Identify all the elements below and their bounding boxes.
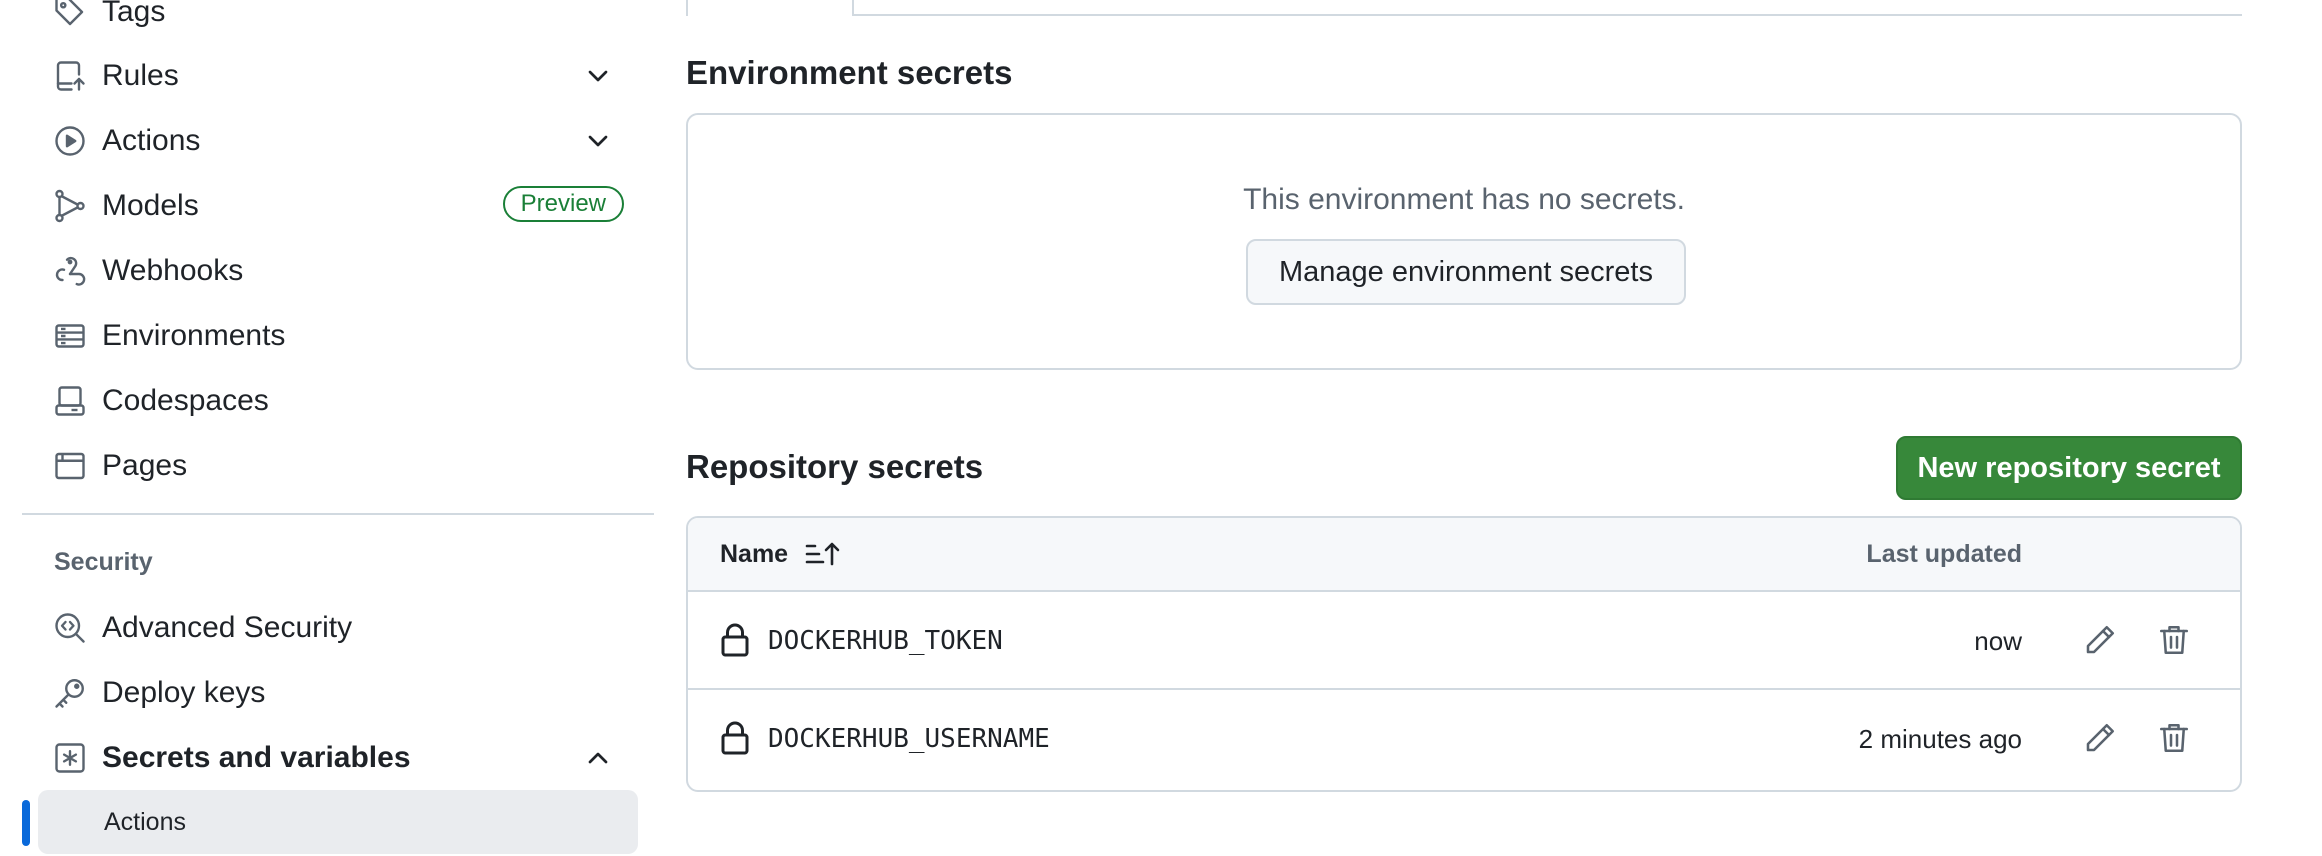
table-header: Name Last updated xyxy=(688,518,2240,592)
sidebar-subitem-actions[interactable]: Actions xyxy=(38,790,638,854)
play-circle-icon xyxy=(52,123,88,159)
sidebar-item-label: Actions xyxy=(102,124,201,157)
sidebar-item-label: Codespaces xyxy=(102,384,269,417)
new-repository-secret-button[interactable]: New repository secret xyxy=(1896,436,2242,500)
sidebar-item-rules[interactable]: Rules xyxy=(52,50,624,102)
security-section-title: Security xyxy=(54,548,153,576)
sort-ascending-icon[interactable] xyxy=(804,538,840,570)
sidebar-item-webhooks[interactable]: Webhooks xyxy=(52,245,624,297)
repository-secrets-table: Name Last updated DOCKERHUB_TOKEN now DO… xyxy=(686,516,2242,792)
sidebar-item-deploy-keys[interactable]: Deploy keys xyxy=(52,667,624,719)
last-updated: now xyxy=(1974,626,2022,656)
browser-icon xyxy=(52,448,88,484)
webhook-icon xyxy=(52,253,88,289)
sidebar-item-environments[interactable]: Environments xyxy=(52,310,624,362)
environment-secrets-box: This environment has no secrets. Manage … xyxy=(686,113,2242,370)
pencil-icon[interactable] xyxy=(2082,622,2118,658)
tag-icon xyxy=(52,0,88,30)
repository-secrets-title: Repository secrets xyxy=(686,448,984,485)
sidebar-item-models[interactable]: Models Preview xyxy=(52,180,624,232)
column-header-last-updated: Last updated xyxy=(1866,540,2022,568)
sidebar-item-pages[interactable]: Pages xyxy=(52,440,624,492)
active-indicator xyxy=(22,800,30,846)
sidebar-item-label: Webhooks xyxy=(102,254,244,287)
sidebar-item-label: Models xyxy=(102,189,199,222)
sidebar-item-codespaces[interactable]: Codespaces xyxy=(52,375,624,427)
tab-border xyxy=(852,0,854,16)
chevron-down-icon[interactable] xyxy=(582,60,614,92)
sidebar-item-advanced-security[interactable]: Advanced Security xyxy=(52,602,624,654)
active-tab[interactable] xyxy=(688,12,852,18)
settings-sidebar: Tags Rules Actions Models Preview Webhoo… xyxy=(0,0,660,856)
trash-icon[interactable] xyxy=(2156,720,2192,756)
tab-underline xyxy=(686,14,2242,16)
environment-secrets-title: Environment secrets xyxy=(686,54,1013,91)
trash-icon[interactable] xyxy=(2156,622,2192,658)
chevron-down-icon[interactable] xyxy=(582,125,614,157)
sidebar-item-label: Pages xyxy=(102,449,188,482)
main-content: Environment secrets This environment has… xyxy=(686,0,2246,856)
table-row: DOCKERHUB_USERNAME 2 minutes ago xyxy=(688,690,2240,788)
sidebar-item-label: Secrets and variables xyxy=(102,741,411,774)
sidebar-item-label: Rules xyxy=(102,59,179,92)
lock-icon xyxy=(720,622,750,658)
chevron-up-icon[interactable] xyxy=(582,742,614,774)
manage-environment-secrets-button[interactable]: Manage environment secrets xyxy=(1246,239,1686,305)
key-icon xyxy=(52,675,88,711)
table-row: DOCKERHUB_TOKEN now xyxy=(688,592,2240,690)
server-icon xyxy=(52,318,88,354)
lock-icon xyxy=(720,720,750,756)
pencil-icon[interactable] xyxy=(2082,720,2118,756)
codescan-icon xyxy=(52,610,88,646)
secret-name: DOCKERHUB_TOKEN xyxy=(768,626,1003,656)
sidebar-item-label: Advanced Security xyxy=(102,611,353,644)
sidebar-item-label: Deploy keys xyxy=(102,676,266,709)
sidebar-item-tags[interactable]: Tags xyxy=(52,0,624,38)
sidebar-item-label: Environments xyxy=(102,319,286,352)
sidebar-item-label: Tags xyxy=(102,0,166,28)
codespaces-icon xyxy=(52,383,88,419)
rules-icon xyxy=(52,58,88,94)
last-updated: 2 minutes ago xyxy=(1858,724,2022,754)
empty-message: This environment has no secrets. xyxy=(1243,183,1685,216)
column-header-name[interactable]: Name xyxy=(720,540,788,569)
secret-name: DOCKERHUB_USERNAME xyxy=(768,724,1050,754)
sidebar-item-actions[interactable]: Actions xyxy=(52,115,624,167)
sidebar-divider xyxy=(22,513,654,515)
models-icon xyxy=(52,188,88,224)
sidebar-item-secrets-and-variables[interactable]: Secrets and variables xyxy=(52,732,624,784)
preview-badge: Preview xyxy=(502,186,624,222)
asterisk-icon xyxy=(52,740,88,776)
